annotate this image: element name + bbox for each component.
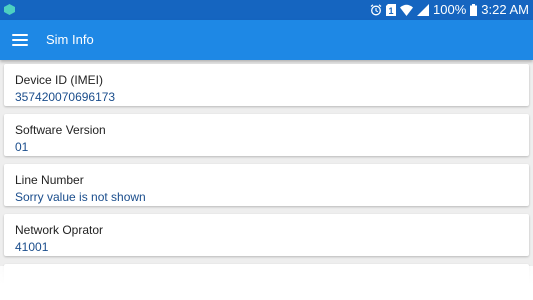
info-value: 357420070696173 [15, 90, 116, 104]
sim-number: 1 [389, 6, 394, 16]
wifi-icon [400, 4, 414, 16]
info-label: Device ID (IMEI) [15, 73, 104, 87]
battery-percent: 100% [433, 2, 467, 17]
info-label: Software Version [15, 123, 106, 137]
app-bar: Sim Info [0, 20, 533, 60]
status-bar: 1 100% 3:22 AM [0, 0, 533, 20]
info-card-imei: Device ID (IMEI) 357420070696173 [4, 64, 529, 106]
info-card-software-version: Software Version 01 [4, 114, 529, 156]
info-value: Sorry value is not shown [15, 190, 146, 204]
info-label: Network Oprator [15, 223, 104, 237]
battery-icon [470, 4, 478, 16]
info-card-line-number: Line Number Sorry value is not shown [4, 164, 529, 206]
clock: 3:22 AM [481, 2, 529, 17]
info-label: Line Number [15, 173, 84, 187]
signal-icon [417, 4, 430, 16]
info-value: 01 [15, 140, 29, 154]
sim-icon: 1 [386, 4, 397, 16]
hamburger-menu-icon[interactable] [12, 33, 28, 47]
alarm-icon [370, 4, 382, 16]
info-value: 41001 [15, 240, 49, 254]
status-icons: 1 100% 3:22 AM [370, 0, 529, 20]
page-title: Sim Info [46, 32, 94, 47]
info-card-network-operator: Network Oprator 41001 [4, 214, 529, 256]
bottom-fade [0, 266, 533, 300]
app-notification-icon [4, 4, 15, 15]
